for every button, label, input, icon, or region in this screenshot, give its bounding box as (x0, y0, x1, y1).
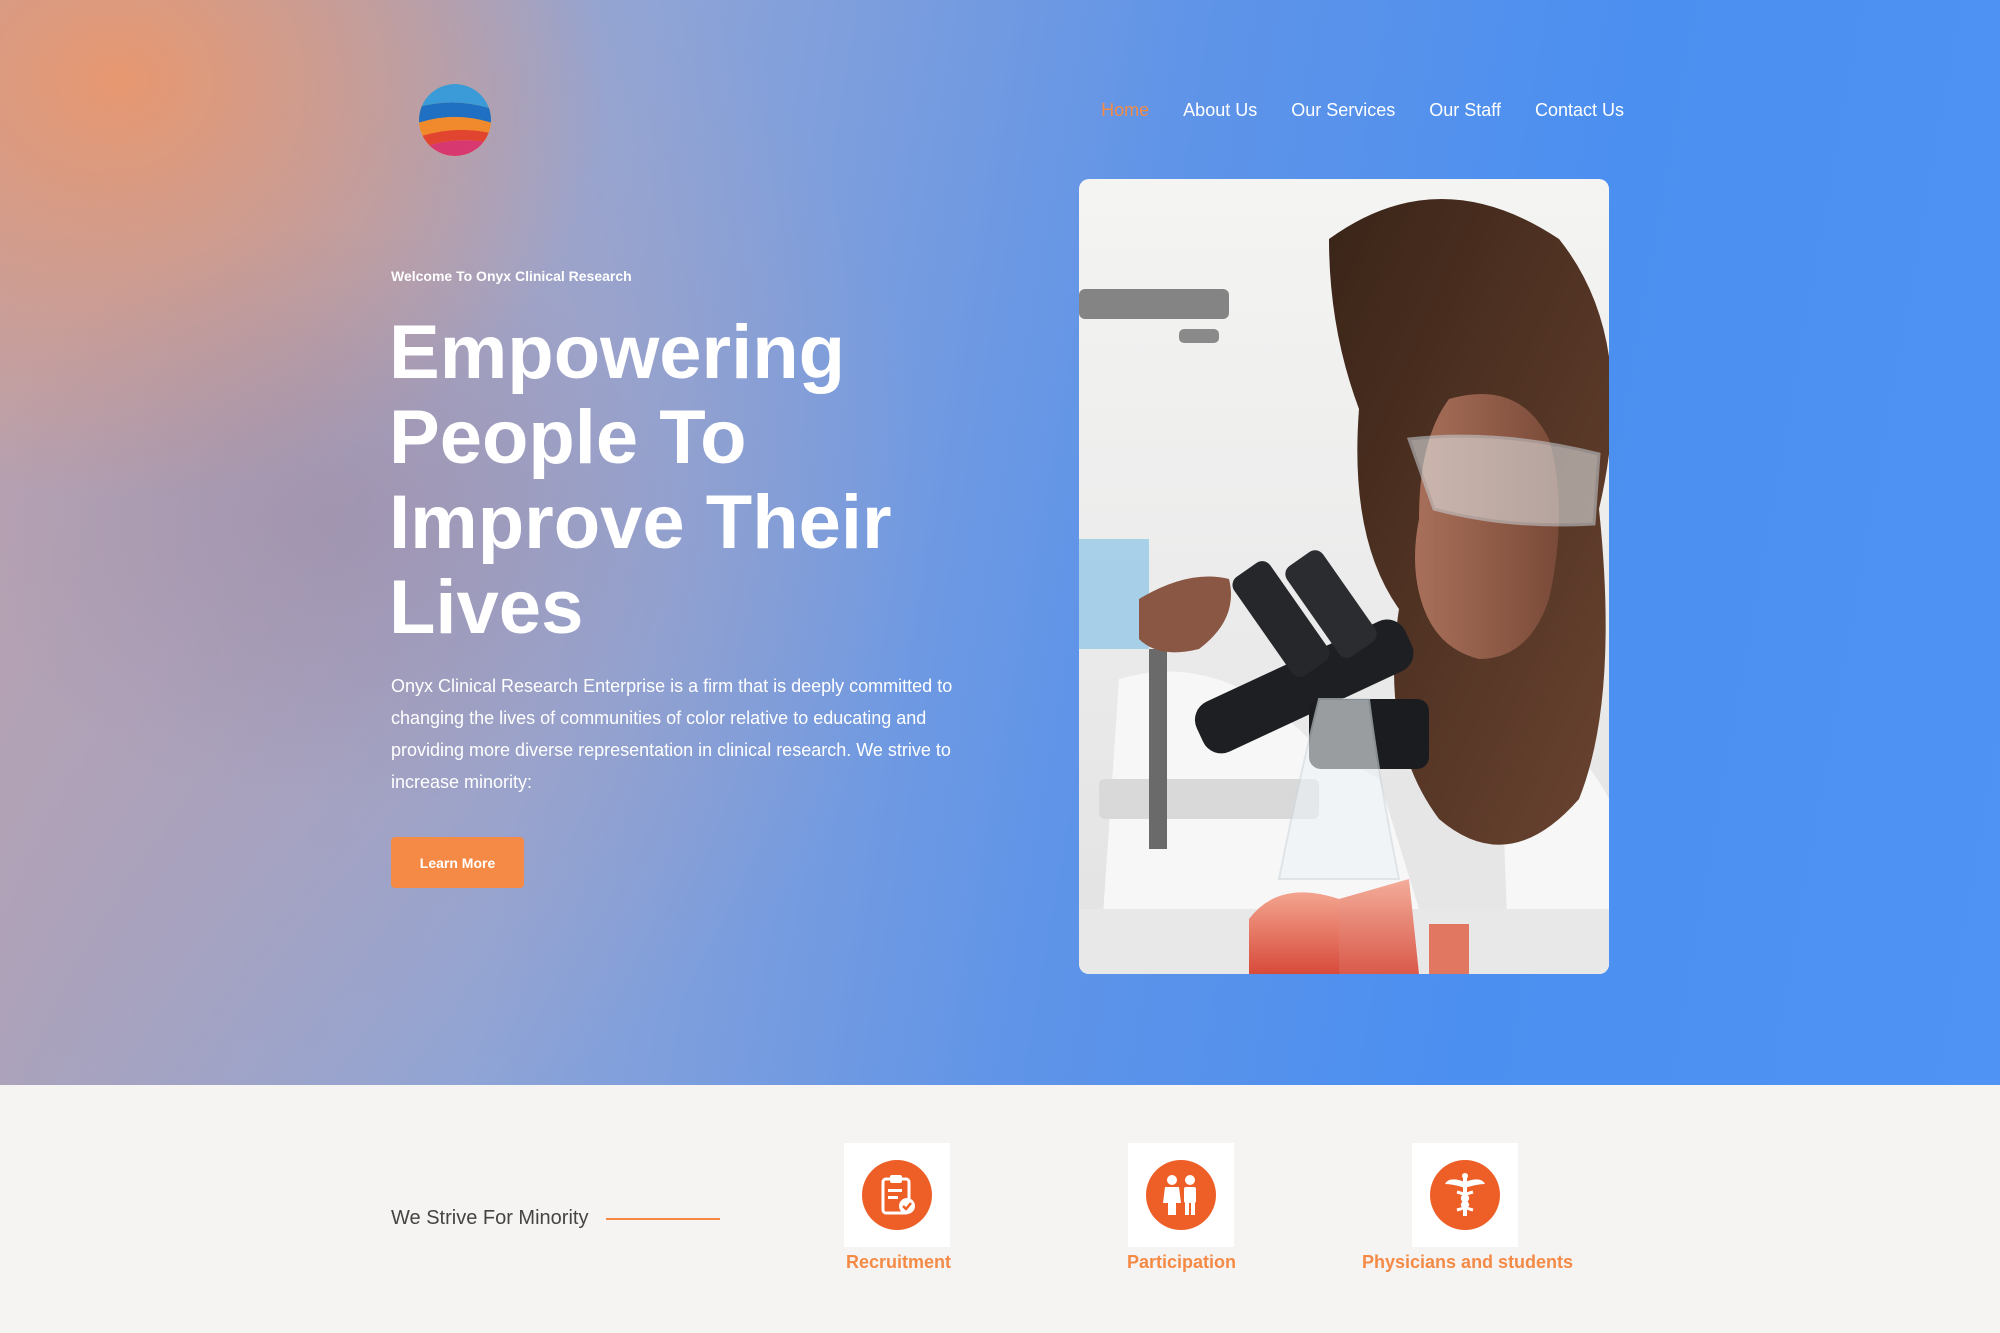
scientist-illustration (1079, 199, 1609, 974)
hero-photo-scientist (1079, 179, 1609, 974)
nav-about-us[interactable]: About Us (1183, 100, 1257, 121)
welcome-text: Welcome To Onyx Clinical Research (391, 268, 632, 284)
strive-divider (606, 1218, 720, 1220)
learn-more-button[interactable]: Learn More (391, 837, 524, 888)
main-nav: Home About Us Our Services Our Staff Con… (1101, 100, 1624, 121)
feature-physicians-students-label: Physicians and students (1362, 1252, 1574, 1272)
nav-our-staff[interactable]: Our Staff (1429, 100, 1501, 121)
feature-participation[interactable] (1128, 1143, 1234, 1247)
strive-heading: We Strive For Minority (391, 1207, 589, 1229)
nav-contact-us[interactable]: Contact Us (1535, 100, 1624, 121)
feature-participation-label: Participation (1127, 1252, 1237, 1272)
nav-our-services[interactable]: Our Services (1291, 100, 1395, 121)
feature-recruitment-label: Recruitment (846, 1252, 952, 1272)
hero-headline: Empowering People To Improve Their Lives (389, 310, 892, 650)
nav-home[interactable]: Home (1101, 100, 1149, 121)
minority-strip (0, 1085, 2000, 1333)
hero-section: Home About Us Our Services Our Staff Con… (0, 0, 2000, 1085)
people-icon (1146, 1160, 1216, 1230)
feature-recruitment[interactable] (844, 1143, 950, 1247)
logo-globe-icon[interactable] (415, 80, 495, 160)
clipboard-check-icon (862, 1160, 932, 1230)
caduceus-icon (1430, 1160, 1500, 1230)
hero-intro: Onyx Clinical Research Enterprise is a f… (391, 676, 953, 792)
feature-physicians-students[interactable] (1412, 1143, 1518, 1247)
